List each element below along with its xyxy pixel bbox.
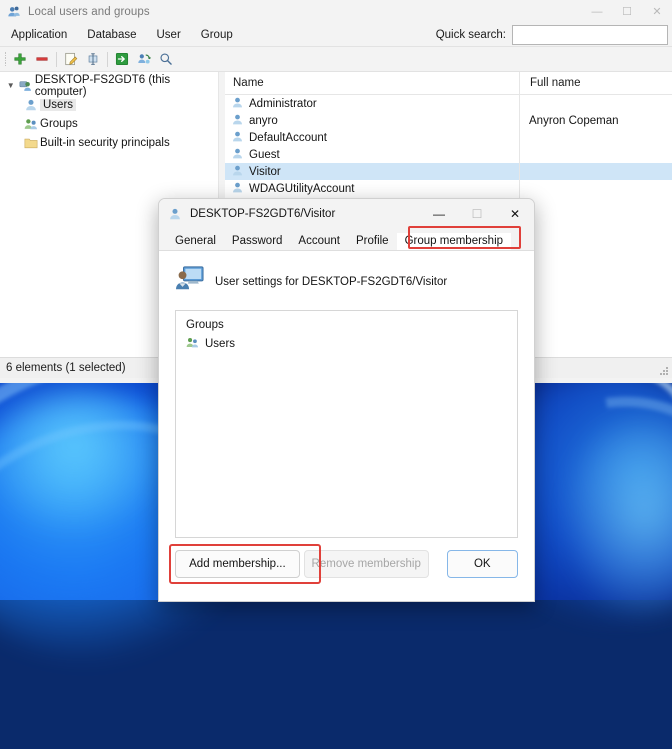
rename-icon[interactable]	[82, 49, 104, 69]
minimize-button[interactable]: —	[582, 0, 612, 23]
row-name-text: WDAGUtilityAccount	[249, 182, 355, 195]
dialog-close-button[interactable]: ✕	[496, 199, 534, 228]
menu-database[interactable]: Database	[78, 27, 145, 43]
menu-group[interactable]: Group	[192, 27, 242, 43]
resize-grip[interactable]	[659, 366, 669, 376]
user-icon	[231, 164, 244, 180]
user-icon	[231, 147, 244, 163]
dialog-header-row: User settings for DESKTOP-FS2GDT6/Visito…	[159, 251, 534, 310]
refresh-icon[interactable]	[133, 49, 155, 69]
ok-button[interactable]: OK	[446, 550, 518, 578]
add-membership-button[interactable]: Add membership...	[175, 550, 300, 578]
edit-icon[interactable]	[60, 49, 82, 69]
dialog-titlebar: DESKTOP-FS2GDT6/Visitor — ☐ ✕	[159, 199, 534, 228]
row-name-cell: Visitor	[225, 164, 519, 180]
chevron-down-icon[interactable]: ▼	[4, 81, 17, 90]
user-properties-dialog: DESKTOP-FS2GDT6/Visitor — ☐ ✕ General Pa…	[158, 198, 535, 602]
tab-account[interactable]: Account	[290, 233, 348, 250]
dialog-title: DESKTOP-FS2GDT6/Visitor	[190, 207, 336, 220]
sidebar-item-groups[interactable]: Groups	[0, 114, 218, 133]
search-icon[interactable]	[155, 49, 177, 69]
row-fullname-cell: Anyron Copeman	[529, 114, 619, 127]
tree-root-label: DESKTOP-FS2GDT6 (this computer)	[34, 73, 171, 98]
row-name-text: DefaultAccount	[249, 131, 327, 144]
sidebar-item-builtin-label: Built-in security principals	[40, 136, 170, 149]
list-item[interactable]: Users	[186, 336, 507, 352]
menu-application[interactable]: Application	[2, 27, 76, 43]
list-column-headers: Name Full name	[225, 72, 672, 95]
list-item-label: Users	[205, 338, 236, 350]
status-text: 6 elements (1 selected)	[6, 362, 126, 374]
group-icon	[186, 336, 199, 352]
column-header-full-name[interactable]: Full name	[519, 72, 672, 94]
sidebar-item-users[interactable]: Users	[0, 95, 218, 114]
user-icon	[168, 207, 182, 221]
dialog-window-controls: — ☐ ✕	[420, 199, 534, 228]
user-icon	[231, 113, 244, 129]
column-header-name[interactable]: Name	[225, 77, 519, 89]
maximize-button[interactable]: ☐	[612, 0, 642, 23]
toolbar-separator-1	[56, 51, 57, 67]
sidebar-item-users-label: Users	[40, 98, 77, 111]
user-icon	[231, 96, 244, 112]
window-title: Local users and groups	[28, 5, 150, 18]
groups-label: Groups	[186, 319, 224, 331]
tab-general[interactable]: General	[167, 233, 224, 250]
groups-list-box[interactable]: Groups Users	[175, 310, 518, 538]
quick-search-area: Quick search:	[436, 25, 668, 45]
window-controls: — ☐ ✕	[582, 0, 672, 23]
dialog-tabs: General Password Account Profile Group m…	[159, 226, 534, 251]
toolbar-grip[interactable]	[2, 51, 9, 67]
menu-user[interactable]: User	[148, 27, 190, 43]
table-row[interactable]: DefaultAccount	[225, 129, 672, 146]
user-icon	[22, 98, 40, 112]
user-icon	[231, 130, 244, 146]
toolbar	[0, 47, 672, 72]
quick-search-label: Quick search:	[435, 29, 506, 41]
row-name-text: anyro	[249, 114, 278, 127]
row-name-cell: WDAGUtilityAccount	[225, 181, 519, 197]
row-name-cell: Administrator	[225, 96, 519, 112]
group-icon	[22, 117, 40, 131]
folder-icon	[22, 136, 40, 150]
user-settings-text: User settings for DESKTOP-FS2GDT6/Visito…	[215, 275, 448, 288]
sidebar-item-groups-label: Groups	[40, 117, 78, 130]
remove-membership-button: Remove membership	[303, 550, 429, 578]
user-icon	[231, 181, 244, 197]
menu-bar: Application Database User Group Quick se…	[0, 23, 672, 47]
dialog-body: User settings for DESKTOP-FS2GDT6/Visito…	[159, 251, 534, 601]
computer-users-icon	[17, 79, 34, 93]
add-icon[interactable]	[9, 49, 31, 69]
table-row[interactable]: WDAGUtilityAccount	[225, 180, 672, 197]
window-titlebar: Local users and groups — ☐ ✕	[0, 0, 672, 23]
close-button[interactable]: ✕	[642, 0, 672, 23]
row-name-cell: anyro	[225, 113, 519, 129]
toolbar-separator-2	[107, 51, 108, 67]
tab-profile[interactable]: Profile	[348, 233, 397, 250]
quick-search-input[interactable]	[512, 25, 668, 45]
row-name-text: Administrator	[249, 97, 317, 110]
table-row[interactable]: Administrator	[225, 95, 672, 112]
dialog-button-row: Add membership... Remove membership OK	[159, 538, 534, 584]
row-name-text: Guest	[249, 148, 280, 161]
tree-root-desktop[interactable]: ▼ DESKTOP-FS2GDT6 (this computer)	[0, 73, 218, 98]
sidebar-item-builtin-security-principals[interactable]: Built-in security principals	[0, 133, 218, 152]
user-settings-icon	[175, 265, 205, 298]
row-name-cell: DefaultAccount	[225, 130, 519, 146]
table-row[interactable]: anyro Anyron Copeman	[225, 112, 672, 129]
row-name-text: Visitor	[249, 165, 281, 178]
users-app-icon	[7, 5, 21, 19]
remove-icon[interactable]	[31, 49, 53, 69]
dialog-maximize-button: ☐	[471, 206, 483, 221]
dialog-minimize-button[interactable]: —	[420, 199, 458, 228]
tab-group-membership[interactable]: Group membership	[396, 233, 512, 250]
tab-password[interactable]: Password	[224, 233, 291, 250]
row-name-cell: Guest	[225, 147, 519, 163]
export-icon[interactable]	[111, 49, 133, 69]
table-row[interactable]: Guest	[225, 146, 672, 163]
table-row-selected[interactable]: Visitor	[225, 163, 672, 180]
